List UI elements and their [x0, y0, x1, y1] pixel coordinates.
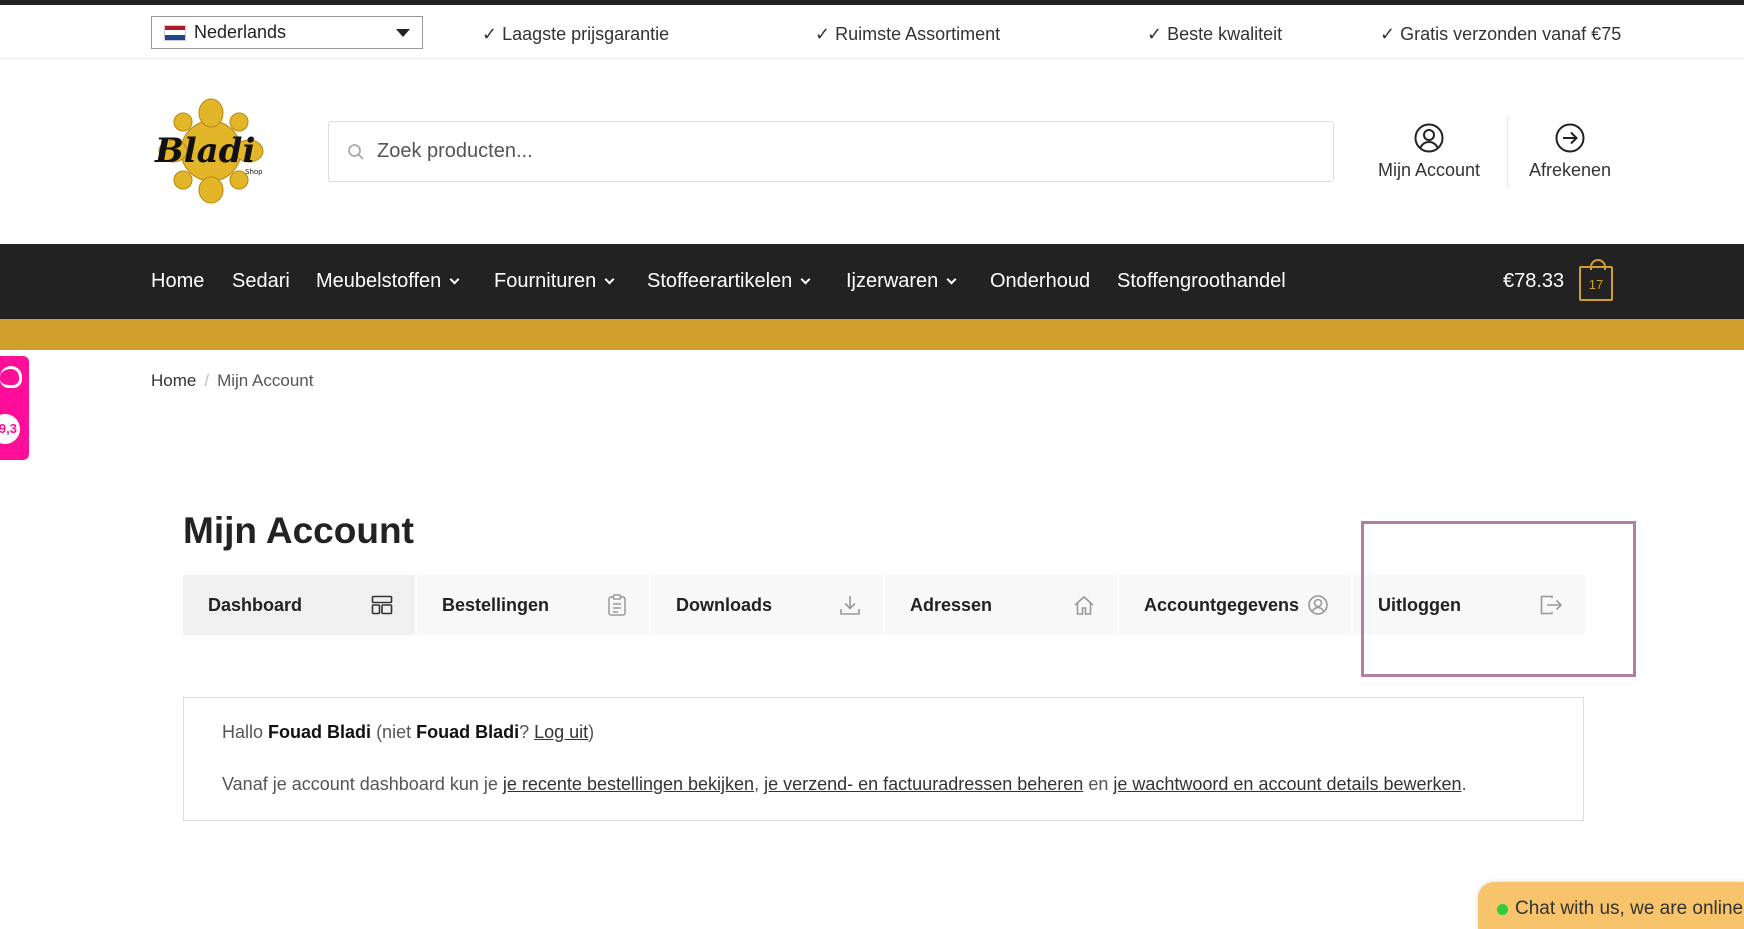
bladi-logo[interactable]: Bladi Shop — [151, 98, 271, 204]
chevron-down-icon — [449, 274, 460, 285]
checkout-label: Afrekenen — [1528, 160, 1612, 180]
chevron-down-icon — [946, 274, 957, 285]
dashboard-intro: Vanaf je account dashboard kun je je rec… — [222, 774, 1467, 794]
tab-label: Bestellingen — [442, 594, 550, 615]
tab-accountgegevens[interactable]: Accountgegevens — [1119, 575, 1351, 635]
svg-text:Bladi: Bladi — [154, 131, 255, 171]
cart-count: 17 — [1588, 277, 1604, 292]
breadcrumb-current: Mijn Account — [217, 371, 314, 390]
nav-sedari[interactable]: Sedari — [232, 270, 290, 293]
main-nav: Home Sedari Meubelstoffen Fournituren St… — [0, 244, 1744, 319]
search-bar[interactable] — [328, 121, 1334, 182]
cart-bag-icon[interactable]: 17 — [1579, 259, 1613, 301]
download-icon — [840, 596, 860, 615]
tab-label: Adressen — [910, 594, 993, 615]
breadcrumb-separator: / — [204, 371, 210, 390]
review-check-icon — [0, 366, 22, 388]
tab-label: Dashboard — [208, 594, 303, 615]
cart-total[interactable]: €78.33 — [1503, 270, 1564, 293]
netherlands-flag-icon — [164, 24, 186, 41]
nav-meubelstoffen[interactable]: Meubelstoffen — [316, 270, 460, 293]
my-account-link[interactable]: Mijn Account — [1359, 122, 1499, 181]
account-details-link[interactable]: je wachtwoord en account details bewerke… — [1113, 774, 1461, 794]
tab-label: Accountgegevens — [1144, 594, 1300, 615]
checkout-link[interactable]: Afrekenen — [1500, 122, 1640, 181]
nav-home[interactable]: Home — [151, 270, 204, 293]
tab-label: Downloads — [676, 594, 773, 615]
usp-assortment: ✓ Ruimste Assortiment — [815, 24, 1001, 44]
chat-label: Chat with us, we are online! — [1515, 898, 1744, 919]
user-name: Fouad Bladi — [416, 722, 520, 742]
usp-shipping: ✓ Gratis verzonden vanaf €75 — [1380, 24, 1622, 44]
search-icon — [348, 143, 364, 160]
arrow-circle-right-icon — [1555, 123, 1585, 153]
chevron-down-icon — [800, 274, 811, 285]
usp-price: ✓ Laagste prijsgarantie — [482, 24, 670, 44]
nav-stoffengroothandel[interactable]: Stoffengroothandel — [1117, 270, 1286, 293]
chevron-down-icon — [604, 274, 615, 285]
search-input[interactable] — [377, 140, 1277, 163]
nav-ijzerwaren[interactable]: Ijzerwaren — [846, 270, 957, 293]
top-bar: Nederlands ✓ Laagste prijsgarantie ✓ Rui… — [0, 5, 1744, 59]
online-dot-icon — [1497, 904, 1508, 915]
site-header: Bladi Shop Mijn Account Afrekenen — [0, 60, 1744, 244]
dashboard-icon — [371, 595, 393, 615]
review-badge[interactable]: 9,3 — [0, 356, 29, 460]
home-icon — [1074, 595, 1094, 615]
usp-quality: ✓ Beste kwaliteit — [1147, 24, 1283, 44]
chat-widget[interactable]: Chat with us, we are online! — [1478, 882, 1744, 929]
nav-onderhoud[interactable]: Onderhoud — [990, 270, 1090, 293]
caret-down-icon — [396, 29, 410, 37]
review-score: 9,3 — [0, 414, 20, 444]
dashboard-content: Hallo Fouad Bladi (niet Fouad Bladi? Log… — [183, 697, 1584, 821]
orders-link[interactable]: je recente bestellingen bekijken — [503, 774, 754, 794]
breadcrumb-home[interactable]: Home — [151, 371, 196, 390]
tab-bestellingen[interactable]: Bestellingen — [417, 575, 649, 635]
page-title: Mijn Account — [183, 510, 414, 551]
clipboard-icon — [608, 594, 626, 616]
user-circle-icon — [1308, 595, 1328, 615]
svg-text:Shop: Shop — [245, 168, 263, 176]
user-circle-icon — [1414, 123, 1444, 153]
addresses-link[interactable]: je verzend- en factuuradressen beheren — [764, 774, 1083, 794]
breadcrumb: Home / Mijn Account — [151, 371, 313, 391]
greeting: Hallo Fouad Bladi (niet Fouad Bladi? Log… — [222, 722, 595, 742]
my-account-label: Mijn Account — [1377, 160, 1481, 180]
language-label: Nederlands — [194, 22, 287, 42]
tab-downloads[interactable]: Downloads — [651, 575, 883, 635]
tab-dashboard[interactable]: Dashboard — [183, 575, 415, 635]
nav-stoffeerartikelen[interactable]: Stoffeerartikelen — [647, 270, 811, 293]
logout-link[interactable]: Log uit — [534, 722, 588, 742]
highlight-box — [1361, 521, 1636, 677]
tab-adressen[interactable]: Adressen — [885, 575, 1117, 635]
language-select[interactable]: Nederlands — [151, 16, 423, 49]
nav-fournituren[interactable]: Fournituren — [494, 270, 615, 293]
user-name: Fouad Bladi — [268, 722, 372, 742]
accent-bar — [0, 319, 1744, 350]
